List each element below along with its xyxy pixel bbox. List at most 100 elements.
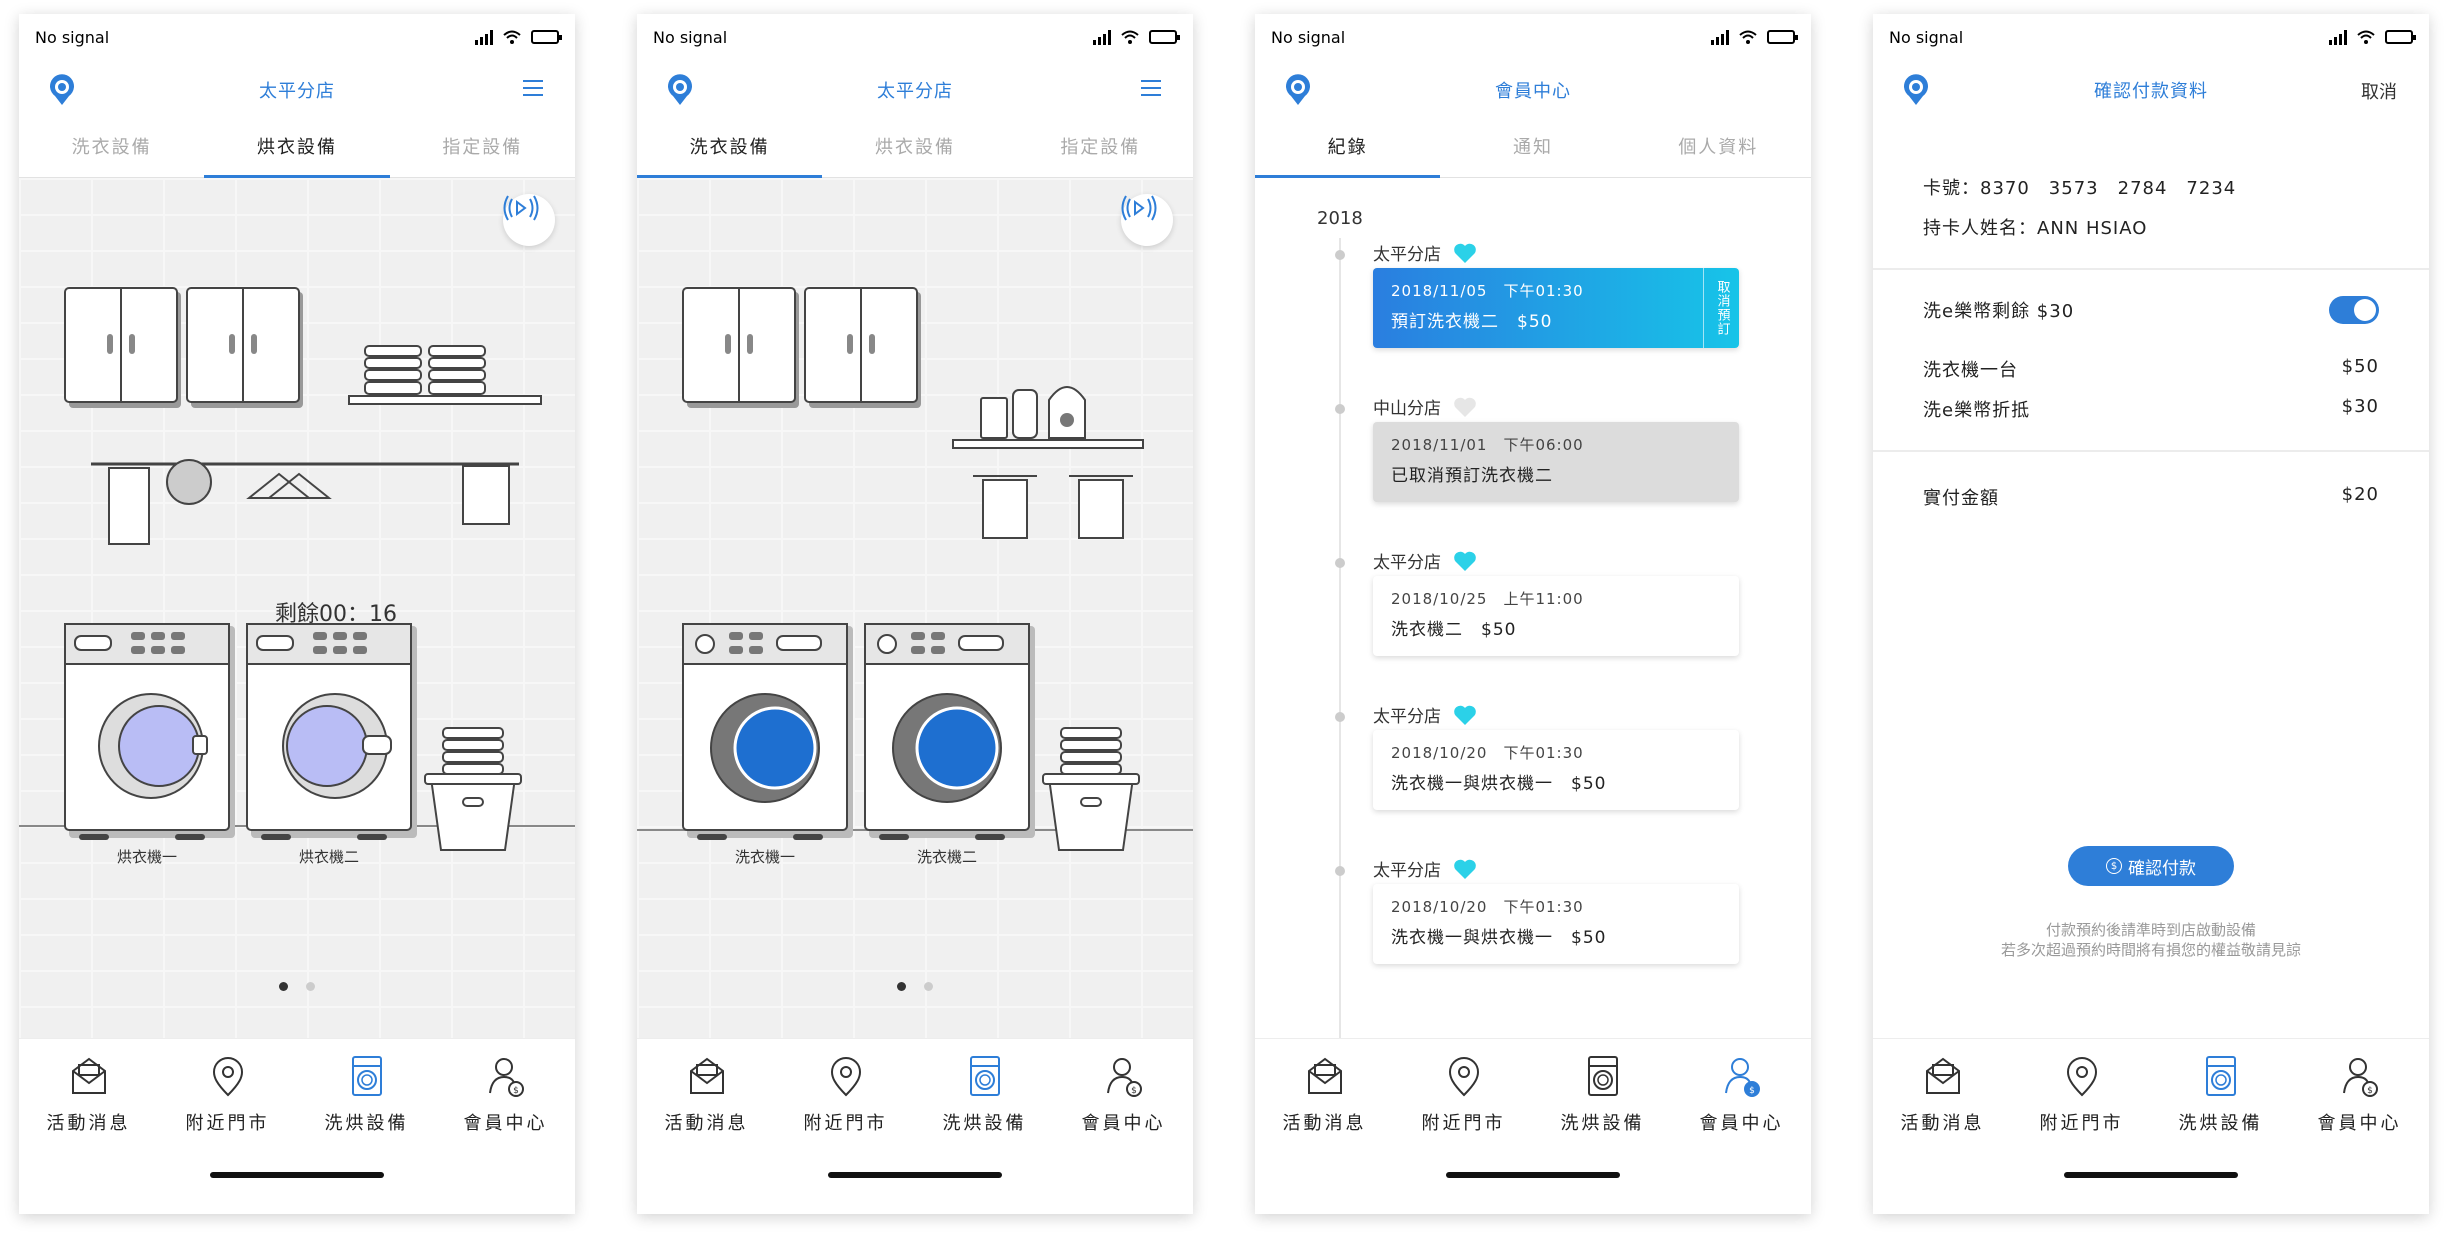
tab-washers[interactable]: 洗衣設備 — [637, 120, 823, 178]
cancel-button[interactable]: 取消 — [2361, 78, 2397, 104]
favorite-heart-icon[interactable] — [1453, 858, 1477, 880]
nav-member[interactable]: $ 會員中心 — [1672, 1055, 1811, 1135]
record-datetime: 2018/10/20 下午01:30 — [1391, 898, 1584, 916]
line-item-value: $50 — [2341, 356, 2379, 377]
confirm-payment-button[interactable]: $ 確認付款 — [2068, 846, 2234, 886]
nav-news-label: 活動消息 — [46, 1113, 131, 1134]
nav-machines[interactable]: 洗烘設備 — [1533, 1055, 1672, 1135]
signal-icon — [1093, 29, 1111, 45]
battery-icon — [1767, 30, 1798, 44]
favorite-heart-icon[interactable] — [1453, 242, 1477, 264]
nav-news[interactable]: 活動消息 — [637, 1055, 776, 1135]
nav-machines-label: 洗烘設備 — [942, 1113, 1027, 1134]
washing-machine-icon — [351, 1056, 382, 1096]
record-card[interactable]: 2018/10/20 下午01:30 洗衣機一與烘衣機一 $50 — [1373, 730, 1739, 810]
record-datetime: 2018/10/25 上午11:00 — [1391, 590, 1584, 608]
machine-label-washer-1[interactable]: 洗衣機一 — [705, 846, 825, 867]
carrier-text: No signal — [1271, 27, 1346, 47]
machine-label-dryer-1[interactable]: 烘衣機一 — [87, 846, 207, 867]
nav-news[interactable]: 活動消息 — [19, 1055, 158, 1135]
home-indicator[interactable] — [1446, 1172, 1620, 1178]
nav-news-label: 活動消息 — [664, 1113, 749, 1134]
tab-bar: 紀錄 通知 個人資料 — [1255, 120, 1811, 178]
payment-note-2: 若多次超過預約時間將有損您的權益敬請見諒 — [2000, 941, 2301, 959]
nav-stores[interactable]: 附近門市 — [2012, 1055, 2151, 1135]
favorite-heart-icon[interactable] — [1453, 396, 1477, 418]
signal-icon — [1711, 29, 1729, 45]
record-datetime: 2018/11/01 下午06:00 — [1391, 436, 1584, 454]
header: 太平分店 — [19, 60, 575, 120]
screen-payment-confirm: No signal 確認付款資料 取消 卡號：8370 3573 2784 72… — [1873, 14, 2429, 1214]
location-pin-icon — [830, 1057, 861, 1097]
divider — [1873, 268, 2429, 270]
favorite-heart-icon[interactable] — [1453, 704, 1477, 726]
tab-dryers[interactable]: 烘衣設備 — [822, 120, 1007, 177]
total-row: 實付金額 $20 — [1923, 484, 2379, 510]
machine-label-washer-2[interactable]: 洗衣機二 — [887, 846, 1007, 867]
mockup-board: No signal 太平分店 洗衣設備 烘衣設備 指定設備 剩餘00：16 烘衣… — [0, 0, 2449, 1240]
page-dot-2[interactable] — [924, 982, 933, 991]
record-card-active[interactable]: 2018/11/05 下午01:30 預訂洗衣機二 $50 取消預訂 — [1373, 268, 1739, 348]
timeline-dot — [1335, 712, 1345, 722]
nav-member[interactable]: $ 會員中心 — [2290, 1055, 2429, 1135]
screen-member-center: No signal 會員中心 紀錄 通知 個人資料 2018 太平分店 2018… — [1255, 14, 1811, 1214]
nav-member[interactable]: $ 會員中心 — [1054, 1055, 1193, 1135]
tab-profile[interactable]: 個人資料 — [1626, 120, 1811, 177]
menu-icon[interactable] — [1141, 80, 1161, 96]
laundry-scene: 洗衣機一 洗衣機二 — [637, 178, 1193, 1038]
nav-machines[interactable]: 洗烘設備 — [915, 1055, 1054, 1135]
store-name: 太平分店 — [1373, 861, 1441, 881]
header: 確認付款資料 取消 — [1873, 60, 2429, 120]
record-card[interactable]: 2018/10/25 上午11:00 洗衣機二 $50 — [1373, 576, 1739, 656]
machine-label-dryer-2[interactable]: 烘衣機二 — [269, 846, 389, 867]
tab-dryers[interactable]: 烘衣設備 — [204, 120, 390, 178]
timeline-dot — [1335, 866, 1345, 876]
nav-stores[interactable]: 附近門市 — [1394, 1055, 1533, 1135]
tab-specified[interactable]: 指定設備 — [390, 120, 575, 177]
payment-note-1: 付款預約後請準時到店啟動設備 — [2045, 921, 2256, 939]
store-name: 太平分店 — [1373, 707, 1441, 727]
page-dot-1[interactable] — [279, 982, 288, 991]
nav-stores-label: 附近門市 — [803, 1113, 888, 1134]
favorite-heart-icon[interactable] — [1453, 550, 1477, 572]
battery-icon — [531, 30, 562, 44]
timeline-dot — [1335, 404, 1345, 414]
nav-news[interactable]: 活動消息 — [1873, 1055, 2012, 1135]
tab-notifications[interactable]: 通知 — [1440, 120, 1625, 177]
cancel-reservation-label: 取消預訂 — [1714, 280, 1730, 336]
record-card-cancelled[interactable]: 2018/11/01 下午06:00 已取消預訂洗衣機二 — [1373, 422, 1739, 502]
nav-member[interactable]: $ 會員中心 — [436, 1055, 575, 1135]
home-indicator[interactable] — [828, 1172, 1002, 1178]
page-dot-2[interactable] — [306, 982, 315, 991]
bottom-nav: 活動消息 附近門市 洗烘設備 $ 會員中心 — [637, 1038, 1193, 1214]
nav-stores[interactable]: 附近門市 — [776, 1055, 915, 1135]
nav-machines[interactable]: 洗烘設備 — [2151, 1055, 2290, 1135]
total-value: $20 — [2341, 484, 2379, 505]
tab-washers[interactable]: 洗衣設備 — [19, 120, 204, 177]
header: 會員中心 — [1255, 60, 1811, 120]
tab-specified[interactable]: 指定設備 — [1008, 120, 1193, 177]
page-dot-1[interactable] — [897, 982, 906, 991]
header: 太平分店 — [637, 60, 1193, 120]
record-description: 預訂洗衣機二 $50 — [1391, 312, 1553, 332]
home-indicator[interactable] — [210, 1172, 384, 1178]
status-bar: No signal — [637, 14, 1193, 60]
line-item-value: $30 — [2341, 396, 2379, 417]
coin-icon: $ — [2106, 858, 2122, 874]
nav-machines[interactable]: 洗烘設備 — [297, 1055, 436, 1135]
menu-icon[interactable] — [523, 80, 543, 96]
balance-toggle[interactable] — [2329, 296, 2379, 324]
wifi-icon — [1121, 30, 1139, 44]
store-name: 太平分店 — [1373, 553, 1441, 573]
home-indicator[interactable] — [2064, 1172, 2238, 1178]
cancel-reservation-button[interactable]: 取消預訂 — [1703, 268, 1739, 348]
nav-member-label: 會員中心 — [1081, 1113, 1166, 1134]
nav-stores[interactable]: 附近門市 — [158, 1055, 297, 1135]
nav-stores-label: 附近門市 — [1421, 1113, 1506, 1134]
tab-records[interactable]: 紀錄 — [1255, 120, 1441, 178]
divider — [1873, 450, 2429, 452]
logo-icon — [668, 74, 692, 105]
nav-news[interactable]: 活動消息 — [1255, 1055, 1394, 1135]
balance-row: 洗e樂幣剩餘 $30 — [1923, 296, 2379, 324]
record-card[interactable]: 2018/10/20 下午01:30 洗衣機一與烘衣機一 $50 — [1373, 884, 1739, 964]
